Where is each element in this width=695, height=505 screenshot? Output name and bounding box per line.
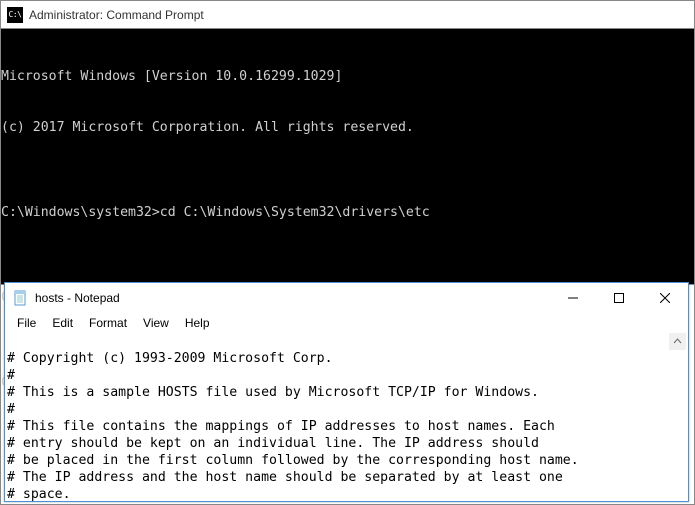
cmd-icon: C:\: [7, 7, 23, 23]
menu-help[interactable]: Help: [177, 314, 218, 332]
file-line: #: [7, 402, 15, 417]
notepad-titlebar[interactable]: hosts - Notepad: [5, 283, 688, 313]
notepad-window: hosts - Notepad File Edit Format View He…: [4, 282, 689, 502]
menu-view[interactable]: View: [135, 314, 177, 332]
minimize-button[interactable]: [550, 283, 596, 313]
notepad-content[interactable]: # Copyright (c) 1993-2009 Microsoft Corp…: [5, 333, 688, 501]
window-buttons: [550, 283, 688, 313]
cmd-title: Administrator: Command Prompt: [29, 8, 204, 22]
file-line: # Copyright (c) 1993-2009 Microsoft Corp…: [7, 351, 333, 366]
close-button[interactable]: [642, 283, 688, 313]
cmd-titlebar[interactable]: C:\ Administrator: Command Prompt: [1, 1, 694, 29]
menu-format[interactable]: Format: [81, 314, 135, 332]
command-prompt-window: C:\ Administrator: Command Prompt Micros…: [0, 0, 695, 285]
menu-edit[interactable]: Edit: [44, 314, 81, 332]
notepad-title: hosts - Notepad: [35, 291, 120, 305]
cmd-line: C:\Windows\system32>cd C:\Windows\System…: [1, 204, 694, 221]
file-line: #: [7, 368, 15, 383]
cmd-line: (c) 2017 Microsoft Corporation. All righ…: [1, 119, 694, 136]
file-line: # be placed in the first column followed…: [7, 453, 579, 468]
file-line: # space.: [7, 487, 71, 501]
notepad-menubar: File Edit Format View Help: [5, 313, 688, 333]
maximize-button[interactable]: [596, 283, 642, 313]
file-line: # This is a sample HOSTS file used by Mi…: [7, 385, 539, 400]
file-line: # The IP address and the host name shoul…: [7, 470, 563, 485]
file-line: # This file contains the mappings of IP …: [7, 419, 555, 434]
notepad-icon: [13, 290, 29, 306]
file-line: # entry should be kept on an individual …: [7, 436, 539, 451]
cmd-line: Microsoft Windows [Version 10.0.16299.10…: [1, 68, 694, 85]
menu-file[interactable]: File: [9, 314, 44, 332]
scroll-up-button[interactable]: [669, 333, 686, 350]
